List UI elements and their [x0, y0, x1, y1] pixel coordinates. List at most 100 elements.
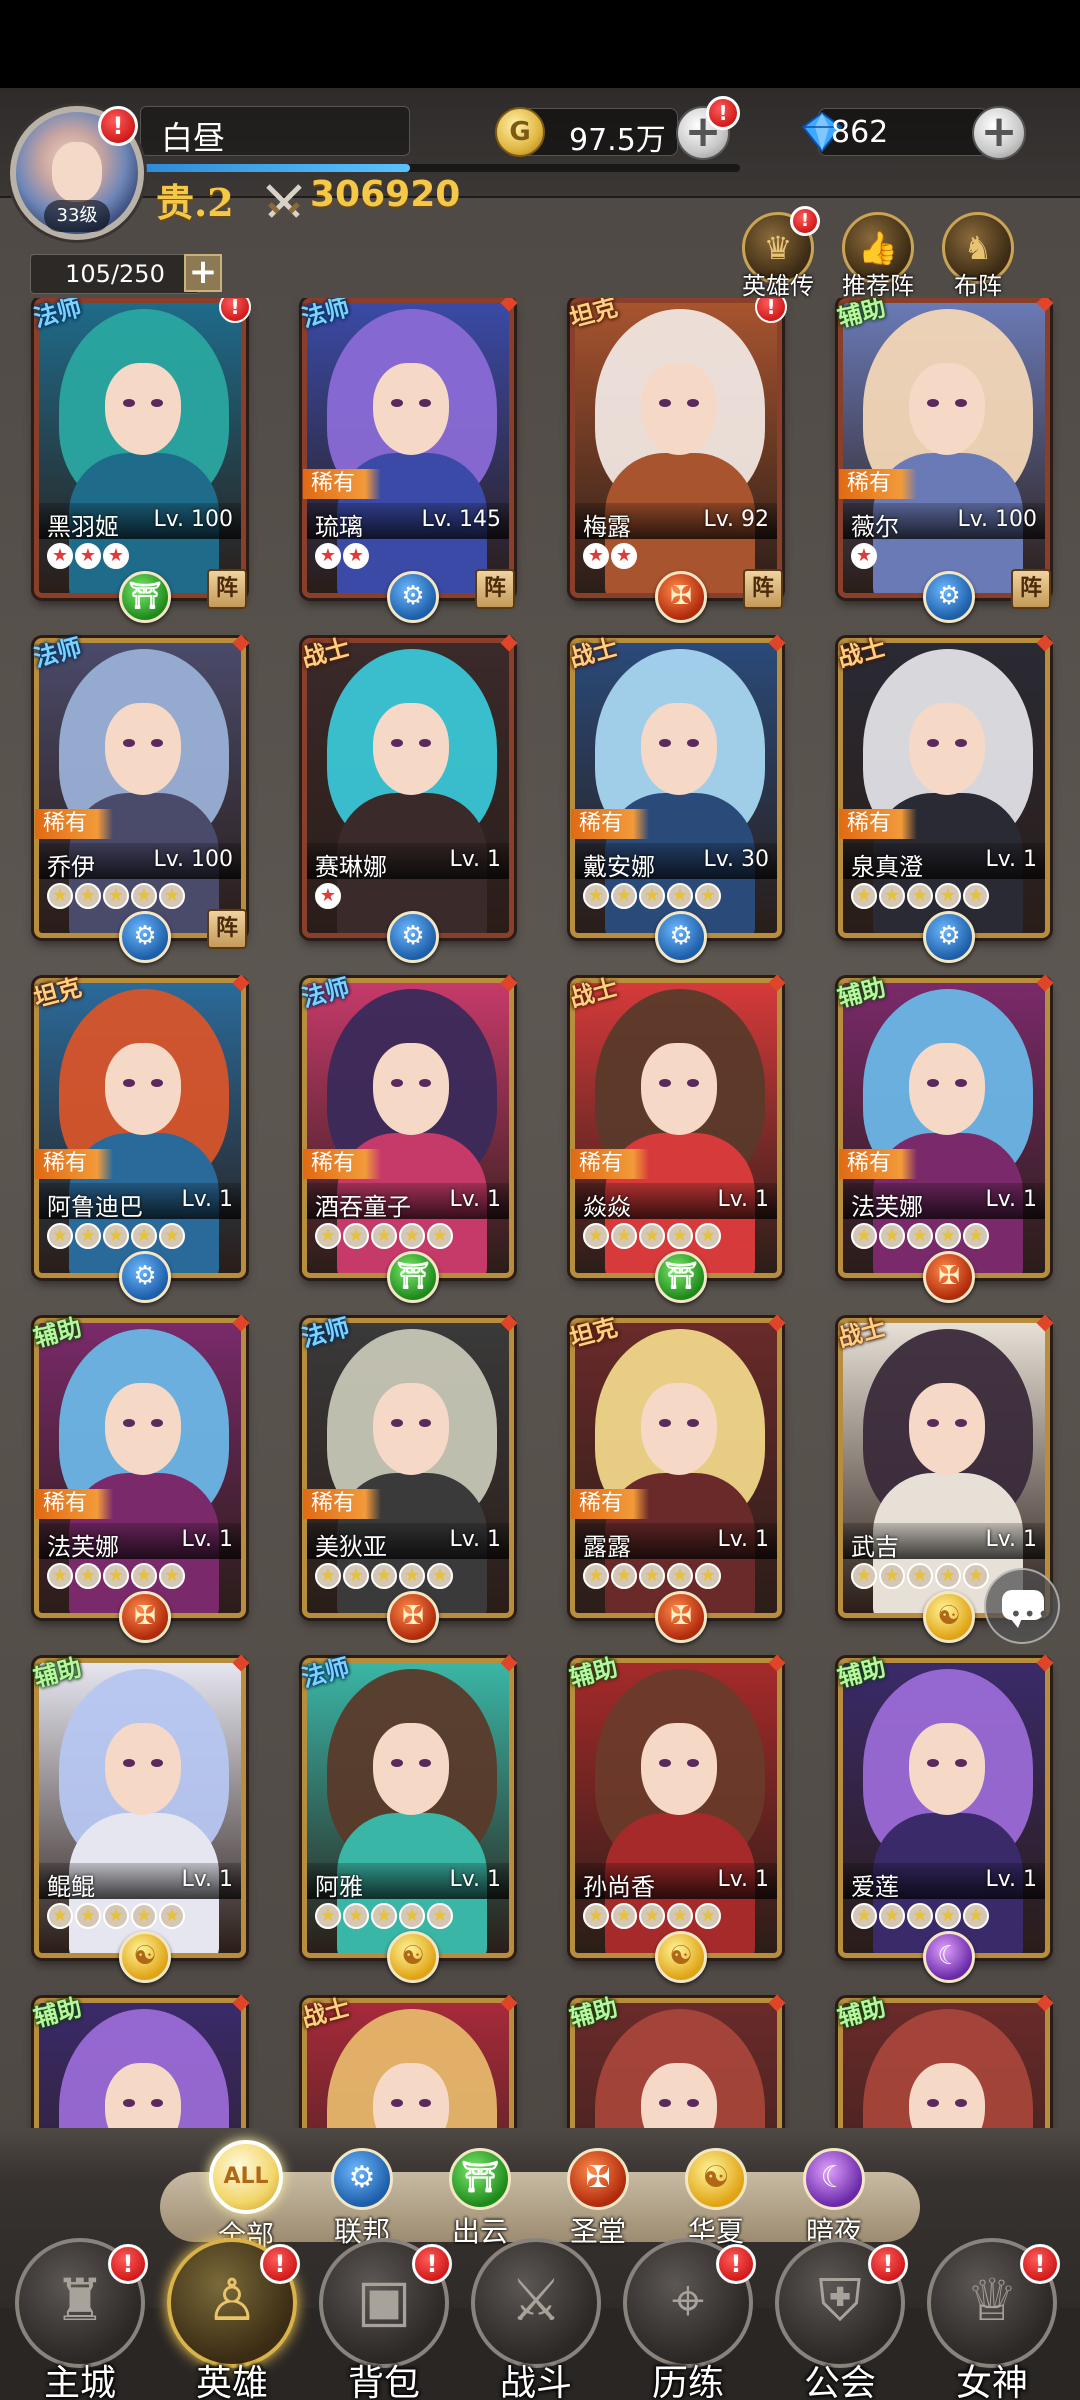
hero-faction-icon: ⚙	[119, 911, 171, 963]
hero-card[interactable]: 辅助 鲲鲲 Lv. 1 ★ ★ ★ ★ ★ ☯	[31, 1652, 250, 1983]
star-icon: ★	[75, 1563, 101, 1589]
hero-card[interactable]: 战士 稀有 泉真澄 Lv. 1 ★ ★ ★ ★ ★ ⚙	[835, 632, 1054, 963]
hero-card[interactable]: 辅助	[567, 1992, 786, 2128]
hero-eye	[151, 739, 163, 747]
hero-eye	[419, 1759, 431, 1767]
hero-card[interactable]: 法师 稀有 酒吞童子 Lv. 1 ★ ★ ★ ★ ★ ⛩	[299, 972, 518, 1303]
hero-card[interactable]: 坦克! 梅露 Lv. 92 ★ ★ ✠ 阵	[567, 298, 787, 623]
vip-rank[interactable]: 贵.2	[156, 172, 234, 227]
star-icon: ★	[47, 1563, 73, 1589]
faction-tab-gear[interactable]: ⚙ 联邦	[307, 2148, 417, 2250]
hero-name: 乔伊	[47, 853, 95, 881]
hero-card[interactable]: 战士 稀有 戴安娜 Lv. 30 ★ ★ ★ ★ ★ ⚙	[567, 632, 786, 963]
star-icon: ★	[315, 1563, 341, 1589]
star-icon: ★	[667, 883, 693, 909]
hero-name: 薇尔	[851, 513, 899, 541]
hero-card[interactable]: 辅助 爱莲 Lv. 1 ★ ★ ★ ★ ★ ☾	[835, 1652, 1054, 1983]
star-icon: ★	[907, 1563, 933, 1589]
nav-item-hooded-hero[interactable]: ♙ 英雄!	[162, 2238, 302, 2400]
faction-tab-yin-yang[interactable]: ☯ 华夏	[661, 2148, 771, 2250]
hero-eye	[123, 739, 135, 747]
side-button-label: 布阵	[954, 272, 1002, 300]
hero-rarity-tag: 稀有	[303, 1149, 381, 1179]
cross-icon: ✠	[567, 2148, 629, 2210]
hero-level: Lv. 100	[153, 507, 233, 532]
hero-stars: ★ ★	[315, 543, 369, 569]
star-icon: ★	[131, 883, 157, 909]
side-button-horse[interactable]: ♞ 布阵	[938, 212, 1018, 301]
hero-faction-icon: ⚙	[923, 571, 975, 623]
hero-card[interactable]: 战士 赛琳娜 Lv. 1 ★ ⚙	[299, 632, 518, 963]
hero-card[interactable]: 辅助 稀有 法芙娜 Lv. 1 ★ ★ ★ ★ ★ ✠	[835, 972, 1054, 1303]
hero-rarity-tag: 稀有	[35, 1489, 113, 1519]
nav-item-map[interactable]: ⌖ 历练!	[618, 2238, 758, 2400]
hero-faction-icon: ☯	[923, 1591, 975, 1643]
hero-name: 法芙娜	[851, 1193, 923, 1221]
player-name-box[interactable]: 白昼	[140, 106, 410, 157]
hero-card[interactable]: 法师 稀有 美狄亚 Lv. 1 ★ ★ ★ ★ ★ ✠	[299, 1312, 518, 1643]
hero-card[interactable]: 法师 稀有 乔伊 Lv. 100 ★ ★ ★ ★ ★ ⚙ 阵	[31, 632, 250, 963]
hero-eye	[151, 2099, 163, 2107]
hero-card[interactable]: 坦克 稀有 露露 Lv. 1 ★ ★ ★ ★ ★ ✠	[567, 1312, 786, 1643]
nav-item-crossed-swords[interactable]: ⚔ 战斗	[466, 2238, 606, 2400]
hero-stars: ★ ★ ★ ★ ★	[583, 1563, 721, 1589]
side-button-crown[interactable]: ♛ 英雄传!	[738, 206, 820, 301]
hero-eye	[419, 2099, 431, 2107]
hero-rarity-tag: 稀有	[839, 1149, 917, 1179]
hero-card[interactable]: 法师! 黑羽姬 Lv. 100 ★ ★ ★ ⛩ 阵	[31, 298, 251, 623]
star-icon: ★	[131, 1563, 157, 1589]
hero-eye	[151, 1079, 163, 1087]
faction-tab-cross[interactable]: ✠ 圣堂	[543, 2148, 653, 2250]
hero-card[interactable]: 战士	[299, 1992, 518, 2128]
yin-yang-icon: ☯	[685, 2148, 747, 2210]
hero-face	[641, 703, 717, 795]
hero-rarity-tag: 稀有	[839, 469, 917, 499]
chat-button[interactable]: •••	[984, 1568, 1060, 1644]
hero-card[interactable]: 辅助 稀有 薇尔 Lv. 100 ★ ⚙ 阵	[835, 298, 1054, 623]
hero-card[interactable]: 坦克 稀有 阿鲁迪巴 Lv. 1 ★ ★ ★ ★ ★ ⚙	[31, 972, 250, 1303]
hero-card[interactable]: 辅助	[835, 1992, 1054, 2128]
hero-name: 鲲鲲	[47, 1873, 95, 1901]
star-icon: ★	[611, 543, 637, 569]
star-icon: ★	[611, 1223, 637, 1249]
star-icon: ★	[935, 1223, 961, 1249]
hero-eye	[687, 2099, 699, 2107]
star-icon: ★	[639, 1903, 665, 1929]
hero-face	[373, 1043, 449, 1135]
hero-card[interactable]: 战士 稀有 焱焱 Lv. 1 ★ ★ ★ ★ ★ ⛩	[567, 972, 786, 1303]
hero-faction-icon: ⛩	[655, 1251, 707, 1303]
in-formation-tag: 阵	[1011, 569, 1051, 609]
hero-card[interactable]: 辅助 孙尚香 Lv. 1 ★ ★ ★ ★ ★ ☯	[567, 1652, 786, 1983]
hero-card[interactable]: 辅助 稀有 法芙娜 Lv. 1 ★ ★ ★ ★ ★ ✠	[31, 1312, 250, 1643]
expand-capacity-button[interactable]: +	[184, 254, 222, 292]
bottom-navigation: ♜ 主城! ♙ 英雄! ▣ 背包! ⚔ 战斗 ⌖ 历练! ⛨ 公会! ♕ 女神!	[0, 2238, 1080, 2400]
faction-tab-moon-star[interactable]: ☾ 暗夜	[779, 2148, 889, 2250]
hero-card[interactable]: 辅助	[31, 1992, 250, 2128]
star-icon: ★	[159, 1903, 185, 1929]
in-formation-tag: 阵	[743, 569, 783, 609]
hero-eye	[687, 739, 699, 747]
hero-eye	[659, 2099, 671, 2107]
hero-stars: ★ ★ ★ ★ ★	[583, 883, 721, 909]
hero-capacity: 105/250	[30, 254, 200, 294]
side-button-alert-badge: !	[790, 206, 820, 236]
nav-item-shield[interactable]: ⛨ 公会!	[770, 2238, 910, 2400]
hero-rarity-tag: 稀有	[571, 809, 649, 839]
nav-item-goddess[interactable]: ♕ 女神!	[922, 2238, 1062, 2400]
hero-alert-badge: !	[755, 298, 787, 323]
side-button-thumbs-up[interactable]: 👍 推荐阵	[838, 212, 918, 301]
hero-faction-icon: ☯	[119, 1931, 171, 1983]
hero-card[interactable]: 法师 稀有 琉璃 Lv. 145 ★ ★ ⚙ 阵	[299, 298, 518, 623]
star-icon: ★	[315, 883, 341, 909]
star-icon: ★	[611, 883, 637, 909]
gold-coin-icon: G	[495, 107, 545, 157]
hero-card[interactable]: 法师 阿雅 Lv. 1 ★ ★ ★ ★ ★ ☯	[299, 1652, 518, 1983]
add-gem-button[interactable]: +	[972, 106, 1026, 160]
faction-tab-torii[interactable]: ⛩ 出云	[425, 2148, 535, 2250]
star-icon: ★	[315, 1223, 341, 1249]
star-icon: ★	[399, 1563, 425, 1589]
nav-item-backpack[interactable]: ▣ 背包!	[314, 2238, 454, 2400]
hero-face	[909, 2063, 985, 2128]
combat-power-swords-icon	[266, 184, 302, 218]
nav-item-castle[interactable]: ♜ 主城!	[10, 2238, 150, 2400]
